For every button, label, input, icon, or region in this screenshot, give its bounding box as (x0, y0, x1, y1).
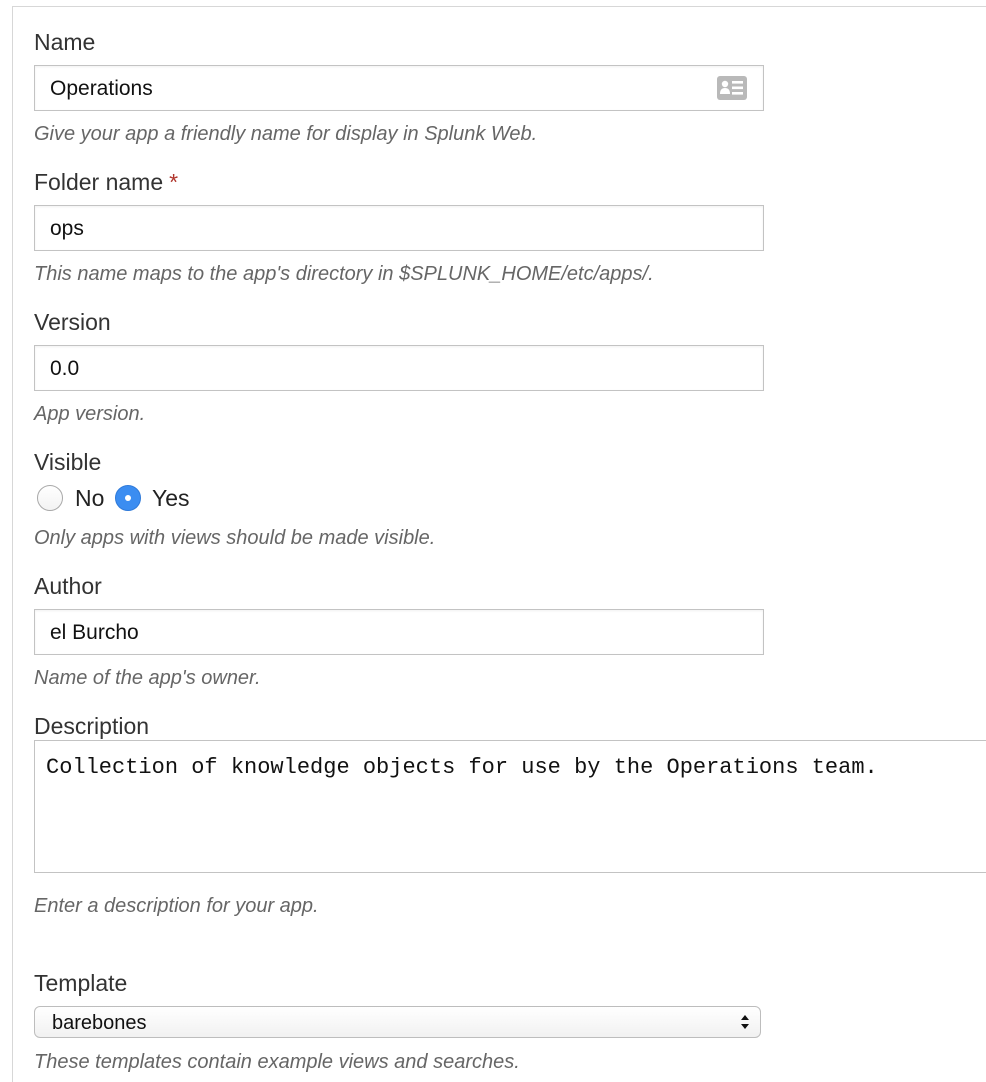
folder-name-input-value: ops (50, 217, 84, 240)
folder-name-input[interactable]: ops (34, 205, 764, 251)
folder-name-label: Folder name * (34, 168, 178, 196)
version-input-value: 0.0 (50, 357, 80, 380)
version-input[interactable]: 0.0 (34, 345, 764, 391)
author-input[interactable]: el Burcho (34, 609, 764, 655)
template-select-value: barebones (52, 1012, 147, 1034)
description-textarea-value: Collection of knowledge objects for use … (46, 755, 878, 780)
description-label: Description (34, 713, 150, 739)
select-arrows-icon (741, 1015, 749, 1029)
author-input-value: el Burcho (50, 621, 139, 644)
template-select[interactable]: barebones (34, 1006, 761, 1038)
visible-help: Only apps with views should be made visi… (34, 527, 436, 549)
name-label: Name (34, 29, 96, 55)
author-label: Author (34, 573, 102, 599)
name-input[interactable]: Operations (34, 65, 764, 111)
visible-label: Visible (34, 449, 102, 475)
author-help: Name of the app's owner. (34, 667, 261, 689)
folder-name-help: This name maps to the app's directory in… (34, 263, 654, 285)
folder-name-label-text: Folder name (34, 169, 164, 195)
template-label: Template (34, 970, 128, 996)
name-help: Give your app a friendly name for displa… (34, 123, 538, 145)
version-help: App version. (34, 403, 146, 425)
required-marker: * (169, 169, 179, 195)
name-input-value: Operations (50, 77, 153, 100)
description-help: Enter a description for your app. (34, 895, 319, 917)
visible-yes-radio[interactable] (115, 485, 141, 511)
contact-card-icon[interactable] (716, 75, 748, 101)
visible-yes-label[interactable]: Yes (152, 484, 190, 512)
visible-no-radio[interactable] (37, 485, 63, 511)
version-label: Version (34, 309, 111, 335)
visible-no-label[interactable]: No (75, 484, 104, 512)
description-textarea[interactable]: Collection of knowledge objects for use … (34, 740, 986, 873)
template-help: These templates contain example views an… (34, 1051, 520, 1073)
